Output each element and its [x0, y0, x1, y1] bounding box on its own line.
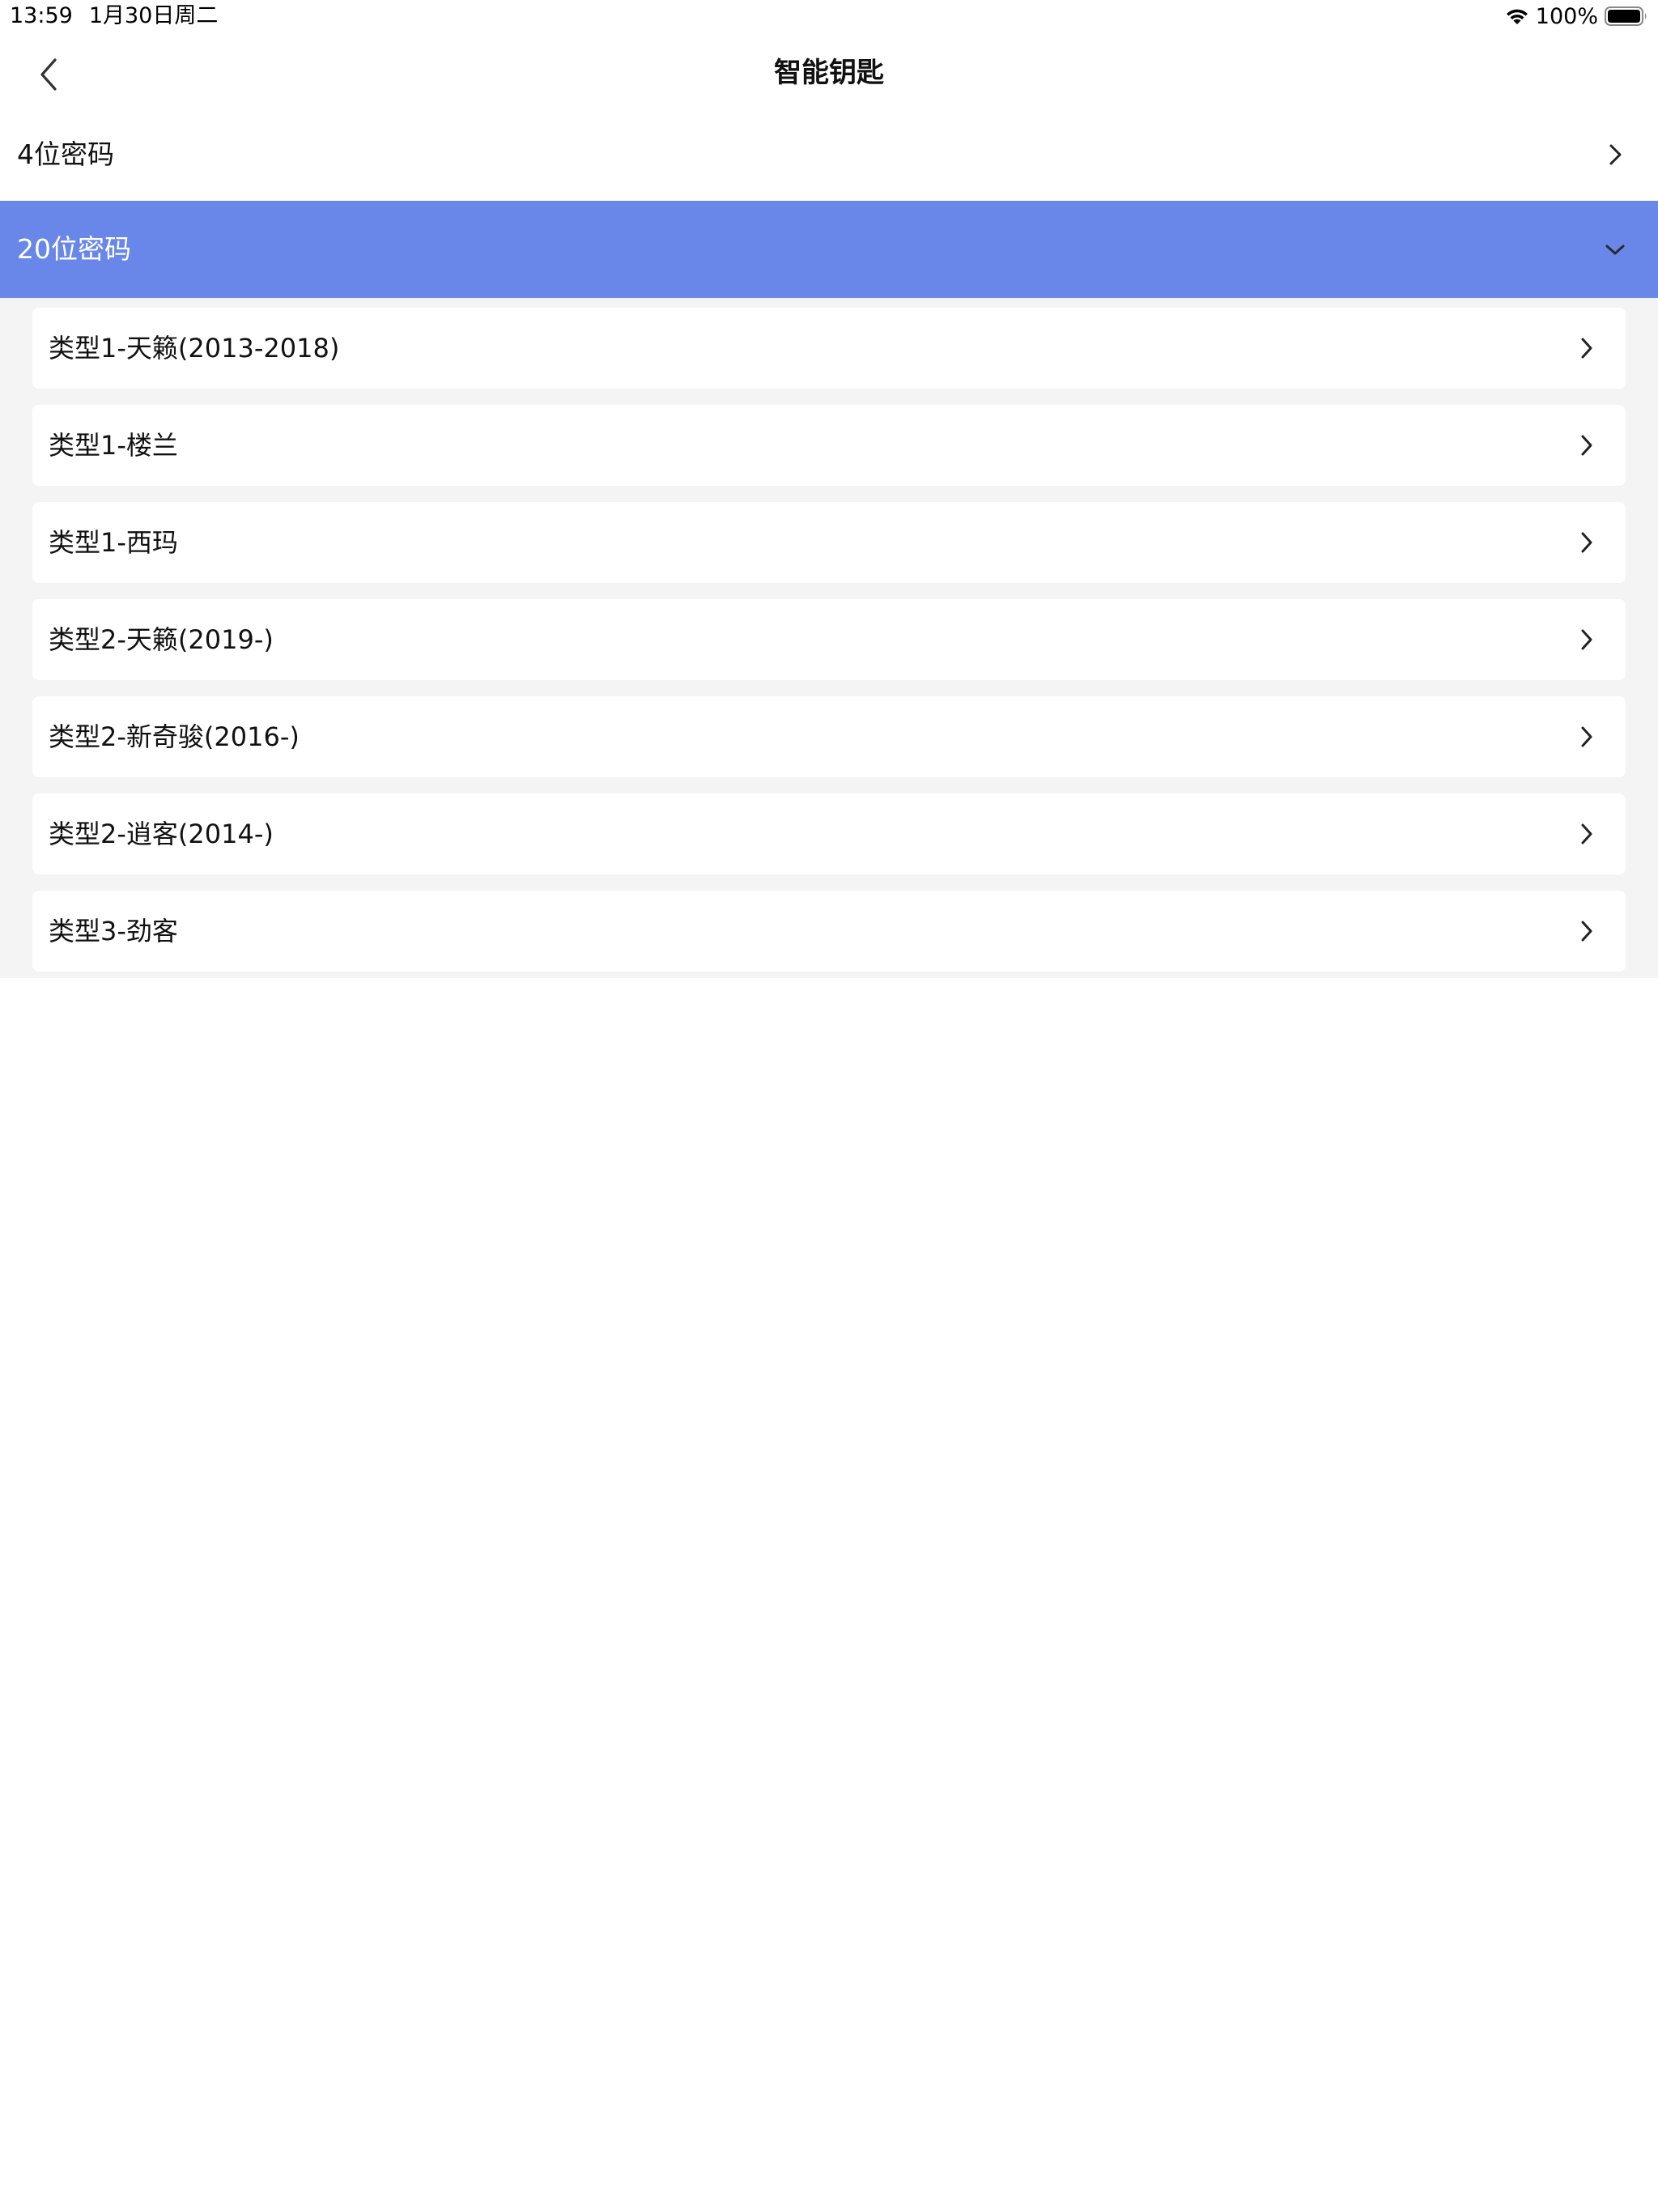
list-item[interactable]: 类型2-天籁(2019-)	[32, 599, 1626, 680]
battery-percent: 100%	[1535, 3, 1598, 29]
battery-icon	[1605, 6, 1647, 26]
list-item-label: 类型2-天籁(2019-)	[49, 624, 274, 655]
sub-item-list: 类型1-天籁(2013-2018) 类型1-楼兰 类型1-西玛 类型2-天籁(2…	[0, 298, 1658, 978]
list-item[interactable]: 类型2-新奇骏(2016-)	[32, 696, 1626, 777]
section-label: 20位密码	[17, 233, 131, 265]
list-item[interactable]: 类型1-天籁(2013-2018)	[32, 308, 1626, 389]
chevron-right-icon	[1581, 726, 1592, 747]
list-item-label: 类型1-楼兰	[49, 430, 178, 461]
chevron-right-icon	[1581, 532, 1592, 553]
section-20-digit-password[interactable]: 20位密码	[0, 201, 1658, 298]
list-item-label: 类型2-新奇骏(2016-)	[49, 721, 300, 752]
status-date: 1月30日周二	[88, 3, 219, 28]
list-item[interactable]: 类型2-逍客(2014-)	[32, 793, 1626, 874]
navigation-bar: 智能钥匙	[0, 34, 1658, 113]
status-time-date: 13:59 1月30日周二	[10, 2, 218, 31]
wifi-icon	[1506, 9, 1528, 24]
chevron-right-icon	[1581, 338, 1592, 359]
page-title: 智能钥匙	[774, 57, 884, 89]
status-bar: 13:59 1月30日周二 100%	[0, 0, 1658, 34]
section-4-digit-password[interactable]: 4位密码	[0, 108, 1658, 201]
chevron-right-icon	[1581, 823, 1592, 844]
chevron-right-icon	[1581, 435, 1592, 456]
chevron-right-icon	[1581, 629, 1592, 650]
list-item-label: 类型2-逍客(2014-)	[49, 819, 274, 849]
chevron-right-icon	[1609, 144, 1622, 165]
list-item-label: 类型1-西玛	[49, 527, 178, 558]
list-item[interactable]: 类型1-西玛	[32, 502, 1626, 583]
list-item[interactable]: 类型3-劲客	[32, 891, 1626, 972]
list-item[interactable]: 类型1-楼兰	[32, 405, 1626, 486]
chevron-down-icon	[1605, 245, 1625, 255]
status-time: 13:59	[10, 3, 73, 28]
list-item-label: 类型1-天籁(2013-2018)	[49, 333, 340, 364]
list-item-label: 类型3-劲客	[49, 916, 178, 946]
chevron-right-icon	[1581, 921, 1592, 942]
status-indicators: 100%	[1505, 2, 1648, 31]
section-label: 4位密码	[17, 138, 114, 170]
